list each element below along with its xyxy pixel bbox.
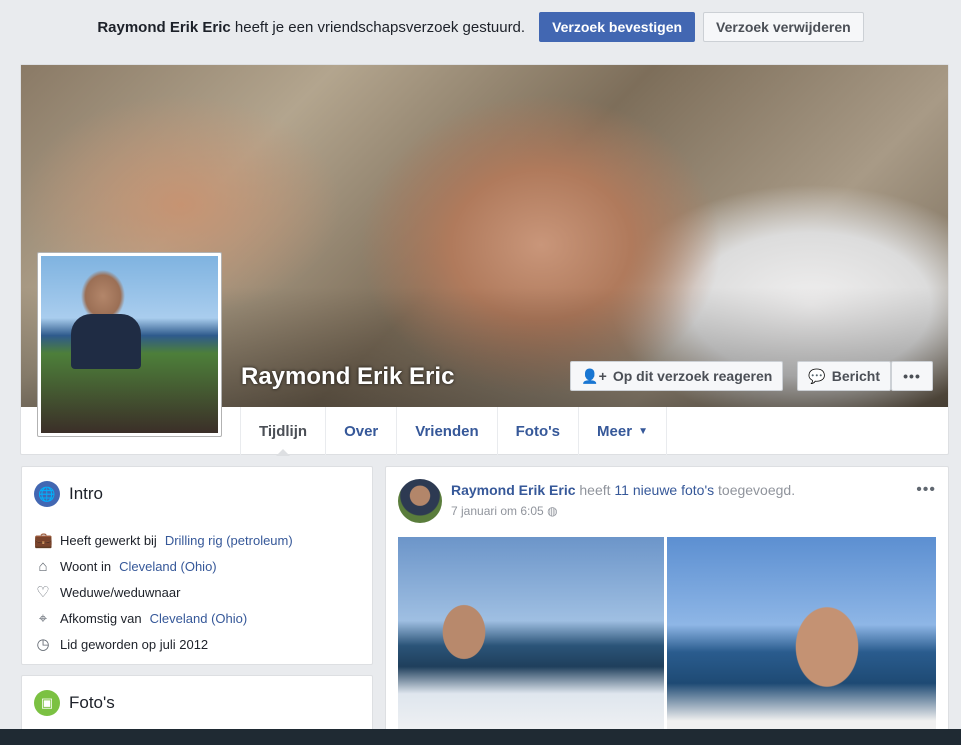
briefcase-icon: 💼 xyxy=(34,532,53,549)
intro-item-text: Lid geworden op juli 2012 xyxy=(60,636,209,652)
globe-icon: ◍ xyxy=(547,504,558,518)
globe-icon: 🌐 xyxy=(34,481,60,507)
photos-icon: ▣ xyxy=(34,690,60,716)
intro-item-lives: ⌂ Woont in Cleveland (Ohio) xyxy=(34,553,360,579)
timeline-post: Raymond Erik Eric heeft 11 nieuwe foto's… xyxy=(385,466,949,745)
photos-header: ▣ Foto's xyxy=(22,676,372,726)
tab-more-label: Meer xyxy=(597,422,633,440)
intro-item-text: Weduwe/weduwnaar xyxy=(60,584,181,600)
taskbar xyxy=(0,729,961,745)
message-button-group: 💬 Bericht ••• xyxy=(797,361,933,391)
post-photo-1[interactable] xyxy=(398,537,664,744)
intro-title: Intro xyxy=(69,484,104,503)
intro-item-text: Afkomstig van xyxy=(60,610,142,626)
profile-picture[interactable] xyxy=(37,252,222,437)
request-message: Raymond Erik Eric heeft je een vriendsch… xyxy=(97,19,525,36)
intro-item-link[interactable]: Drilling rig (petroleum) xyxy=(165,533,293,548)
cover-actions: 👤+ Op dit verzoek reageren 💬 Bericht ••• xyxy=(570,361,933,391)
profile-name[interactable]: Raymond Erik Eric xyxy=(241,363,454,391)
tab-timeline[interactable]: Tijdlijn xyxy=(240,407,327,456)
tab-photos[interactable]: Foto's xyxy=(498,407,580,455)
message-button[interactable]: 💬 Bericht xyxy=(797,361,891,391)
tab-more[interactable]: Meer ▼ xyxy=(579,407,667,455)
intro-item-link[interactable]: Cleveland (Ohio) xyxy=(150,611,248,626)
clock-icon: ◷ xyxy=(36,636,50,653)
post-avatar[interactable] xyxy=(398,479,442,523)
friend-request-bar: Raymond Erik Eric heeft je een vriendsch… xyxy=(0,0,961,54)
profile-tabs: Tijdlijn Over Vrienden Foto's Meer ▼ xyxy=(240,407,667,456)
respond-request-label: Op dit verzoek reageren xyxy=(612,368,773,384)
request-sender-name[interactable]: Raymond Erik Eric xyxy=(97,19,230,36)
post-photo-2[interactable] xyxy=(667,537,936,744)
respond-request-button[interactable]: 👤+ Op dit verzoek reageren xyxy=(570,361,784,391)
add-friend-icon: 👤+ xyxy=(581,367,607,384)
intro-list: 💼 Heeft gewerkt bij Drilling rig (petrole… xyxy=(22,517,372,657)
post-timestamp[interactable]: 7 januari om 6:05 xyxy=(451,504,544,518)
post-header: Raymond Erik Eric heeft 11 nieuwe foto's… xyxy=(398,479,795,523)
intro-item-work: 💼 Heeft gewerkt bij Drilling rig (petrole… xyxy=(34,527,360,553)
home-icon: ⌂ xyxy=(38,557,48,575)
post-meta: Raymond Erik Eric heeft 11 nieuwe foto's… xyxy=(451,479,795,523)
profile-header: Raymond Erik Eric 👤+ Op dit verzoek reag… xyxy=(20,64,949,456)
intro-item-joined: ◷ Lid geworden op juli 2012 xyxy=(34,631,360,657)
intro-item-relationship: ♡ Weduwe/weduwnaar xyxy=(34,579,360,605)
intro-item-from: ⌖ Afkomstig van Cleveland (Ohio) xyxy=(34,605,360,631)
caret-down-icon: ▼ xyxy=(638,425,648,437)
heart-icon: ♡ xyxy=(36,584,50,601)
post-author[interactable]: Raymond Erik Eric xyxy=(451,482,576,498)
messenger-icon: 💬 xyxy=(808,367,826,384)
profile-picture-image xyxy=(41,256,218,433)
post-suffix: toegevoegd. xyxy=(718,482,796,498)
delete-request-button[interactable]: Verzoek verwijderen xyxy=(703,12,864,42)
confirm-request-button[interactable]: Verzoek bevestigen xyxy=(539,12,696,42)
intro-card: 🌐 Intro 💼 Heeft gewerkt bij Drilling rig … xyxy=(21,466,373,665)
message-label: Bericht xyxy=(831,368,880,384)
intro-item-text: Woont in xyxy=(60,558,112,574)
post-options-button[interactable]: ••• xyxy=(916,481,936,499)
location-pin-icon: ⌖ xyxy=(38,609,48,627)
tab-about[interactable]: Over xyxy=(326,407,398,455)
post-date-row: 7 januari om 6:05 ◍ xyxy=(451,504,795,518)
request-text: heeft je een vriendschapsverzoek gestuur… xyxy=(234,18,526,36)
post-photos-link[interactable]: 11 nieuwe foto's xyxy=(614,482,714,498)
more-options-button[interactable]: ••• xyxy=(891,361,933,391)
intro-item-text: Heeft gewerkt bij xyxy=(60,532,157,548)
post-verb: heeft xyxy=(579,482,611,498)
intro-item-link[interactable]: Cleveland (Ohio) xyxy=(119,559,217,574)
photos-title[interactable]: Foto's xyxy=(69,693,115,713)
post-headline: Raymond Erik Eric heeft 11 nieuwe foto's… xyxy=(451,482,795,498)
intro-header: 🌐 Intro xyxy=(22,467,372,517)
tab-friends[interactable]: Vrienden xyxy=(397,407,498,455)
